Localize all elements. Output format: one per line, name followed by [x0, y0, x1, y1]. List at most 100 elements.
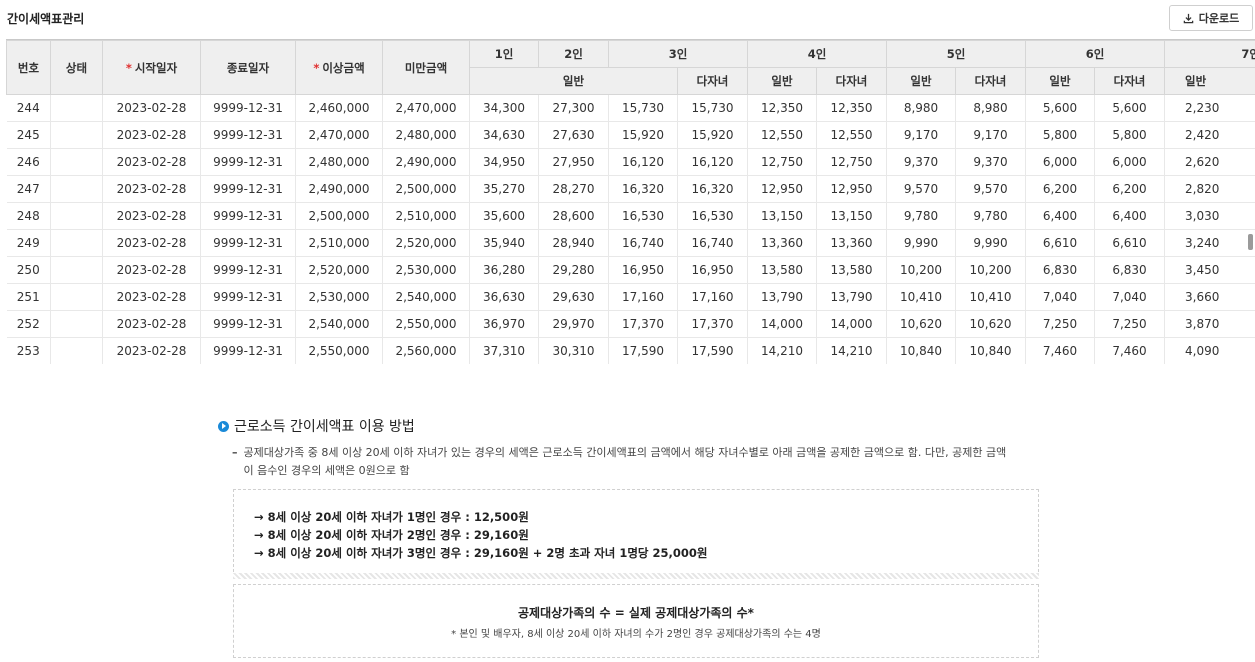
- table-cell[interactable]: 12,750: [747, 148, 817, 176]
- table-cell[interactable]: 2,560,000: [382, 337, 470, 364]
- table-cell[interactable]: 2,480,000: [295, 148, 383, 176]
- table-cell[interactable]: 14,210: [747, 337, 817, 364]
- table-cell[interactable]: 37,310: [469, 337, 539, 364]
- table-cell[interactable]: 2,230: [1164, 94, 1255, 122]
- table-cell[interactable]: 29,630: [538, 283, 609, 311]
- table-cell[interactable]: 12,550: [747, 121, 817, 149]
- table-cell[interactable]: 30,310: [538, 337, 609, 364]
- table-cell[interactable]: 2,510,000: [295, 229, 383, 257]
- table-cell[interactable]: 6,830: [1094, 256, 1165, 284]
- table-cell[interactable]: 9,990: [955, 229, 1026, 257]
- table-cell[interactable]: 2023-02-28: [102, 94, 201, 122]
- table-cell[interactable]: 250: [6, 256, 51, 284]
- table-cell[interactable]: 10,840: [886, 337, 956, 364]
- table-cell[interactable]: 245: [6, 121, 51, 149]
- table-cell[interactable]: 36,280: [469, 256, 539, 284]
- table-cell[interactable]: 14,210: [816, 337, 887, 364]
- table-cell[interactable]: 7,250: [1094, 310, 1165, 338]
- table-cell[interactable]: 2,490,000: [295, 175, 383, 203]
- table-cell[interactable]: 16,950: [608, 256, 678, 284]
- table-cell[interactable]: 16,740: [677, 229, 748, 257]
- col-header-no[interactable]: 번호: [6, 40, 51, 95]
- table-cell[interactable]: 28,940: [538, 229, 609, 257]
- table-cell[interactable]: 2,500,000: [382, 175, 470, 203]
- table-cell[interactable]: 2,520,000: [382, 229, 470, 257]
- table-cell[interactable]: 6,000: [1094, 148, 1165, 176]
- table-cell[interactable]: 14,000: [816, 310, 887, 338]
- table-cell[interactable]: 15,730: [608, 94, 678, 122]
- table-cell[interactable]: 2,510,000: [382, 202, 470, 230]
- table-cell[interactable]: 5,800: [1025, 121, 1095, 149]
- table-cell[interactable]: 12,350: [747, 94, 817, 122]
- table-cell[interactable]: 9999-12-31: [200, 202, 296, 230]
- table-cell[interactable]: 2,540,000: [382, 283, 470, 311]
- table-cell[interactable]: [50, 256, 103, 284]
- table-cell[interactable]: 2023-02-28: [102, 283, 201, 311]
- table-cell[interactable]: 36,630: [469, 283, 539, 311]
- table-cell[interactable]: 13,580: [816, 256, 887, 284]
- table-cell[interactable]: 16,530: [608, 202, 678, 230]
- table-cell[interactable]: 9999-12-31: [200, 310, 296, 338]
- table-cell[interactable]: [50, 229, 103, 257]
- table-cell[interactable]: 2,550,000: [382, 310, 470, 338]
- table-cell[interactable]: [50, 175, 103, 203]
- table-cell[interactable]: 35,270: [469, 175, 539, 203]
- table-cell[interactable]: 10,200: [955, 256, 1026, 284]
- table-cell[interactable]: 6,610: [1094, 229, 1165, 257]
- table-cell[interactable]: 2,490,000: [382, 148, 470, 176]
- table-cell[interactable]: 27,630: [538, 121, 609, 149]
- table-cell[interactable]: 252: [6, 310, 51, 338]
- table-cell[interactable]: 2023-02-28: [102, 148, 201, 176]
- table-cell[interactable]: 16,320: [677, 175, 748, 203]
- table-cell[interactable]: 2023-02-28: [102, 310, 201, 338]
- table-cell[interactable]: 12,950: [747, 175, 817, 203]
- table-cell[interactable]: 13,790: [816, 283, 887, 311]
- table-cell[interactable]: 15,920: [677, 121, 748, 149]
- vertical-scrollbar-thumb[interactable]: [1248, 234, 1253, 250]
- table-cell[interactable]: 28,270: [538, 175, 609, 203]
- table-cell[interactable]: [50, 121, 103, 149]
- table-cell[interactable]: 12,550: [816, 121, 887, 149]
- col-header-end-date[interactable]: 종료일자: [200, 40, 296, 95]
- table-cell[interactable]: 9,170: [955, 121, 1026, 149]
- table-cell[interactable]: 9999-12-31: [200, 175, 296, 203]
- table-cell[interactable]: 253: [6, 337, 51, 364]
- table-row[interactable]: 244 2023-02-28 9999-12-31 2,460,000 2,470,00…: [6, 94, 1255, 122]
- table-row[interactable]: 247 2023-02-28 9999-12-31 2,490,000 2,500,00…: [6, 175, 1255, 203]
- table-cell[interactable]: 29,970: [538, 310, 609, 338]
- table-cell[interactable]: 9,370: [955, 148, 1026, 176]
- table-cell[interactable]: 247: [6, 175, 51, 203]
- table-cell[interactable]: 10,620: [955, 310, 1026, 338]
- table-cell[interactable]: 17,370: [608, 310, 678, 338]
- table-cell[interactable]: 17,370: [677, 310, 748, 338]
- table-cell[interactable]: 9999-12-31: [200, 256, 296, 284]
- table-cell[interactable]: 9,370: [886, 148, 956, 176]
- download-button[interactable]: 다운로드: [1169, 5, 1253, 31]
- table-cell[interactable]: 7,460: [1025, 337, 1095, 364]
- col-header-status[interactable]: 상태: [50, 40, 103, 95]
- table-cell[interactable]: 2,480,000: [382, 121, 470, 149]
- table-cell[interactable]: [50, 283, 103, 311]
- table-cell[interactable]: 6,200: [1025, 175, 1095, 203]
- table-cell[interactable]: 6,200: [1094, 175, 1165, 203]
- table-cell[interactable]: 12,350: [816, 94, 887, 122]
- table-cell[interactable]: 3,450: [1164, 256, 1255, 284]
- table-cell[interactable]: [50, 337, 103, 364]
- table-cell[interactable]: 17,160: [608, 283, 678, 311]
- table-cell[interactable]: 3,030: [1164, 202, 1255, 230]
- table-cell[interactable]: 251: [6, 283, 51, 311]
- table-cell[interactable]: 2,500,000: [295, 202, 383, 230]
- table-cell[interactable]: 10,840: [955, 337, 1026, 364]
- table-cell[interactable]: 2023-02-28: [102, 337, 201, 364]
- table-cell[interactable]: 17,160: [677, 283, 748, 311]
- table-cell[interactable]: 12,750: [816, 148, 887, 176]
- table-cell[interactable]: 2,460,000: [295, 94, 383, 122]
- table-cell[interactable]: 34,300: [469, 94, 539, 122]
- table-cell[interactable]: 16,120: [608, 148, 678, 176]
- table-cell[interactable]: 7,250: [1025, 310, 1095, 338]
- table-cell[interactable]: 28,600: [538, 202, 609, 230]
- table-row[interactable]: 249 2023-02-28 9999-12-31 2,510,000 2,520,00…: [6, 229, 1255, 257]
- table-cell[interactable]: 8,980: [955, 94, 1026, 122]
- table-cell[interactable]: 9999-12-31: [200, 283, 296, 311]
- table-cell[interactable]: 17,590: [608, 337, 678, 364]
